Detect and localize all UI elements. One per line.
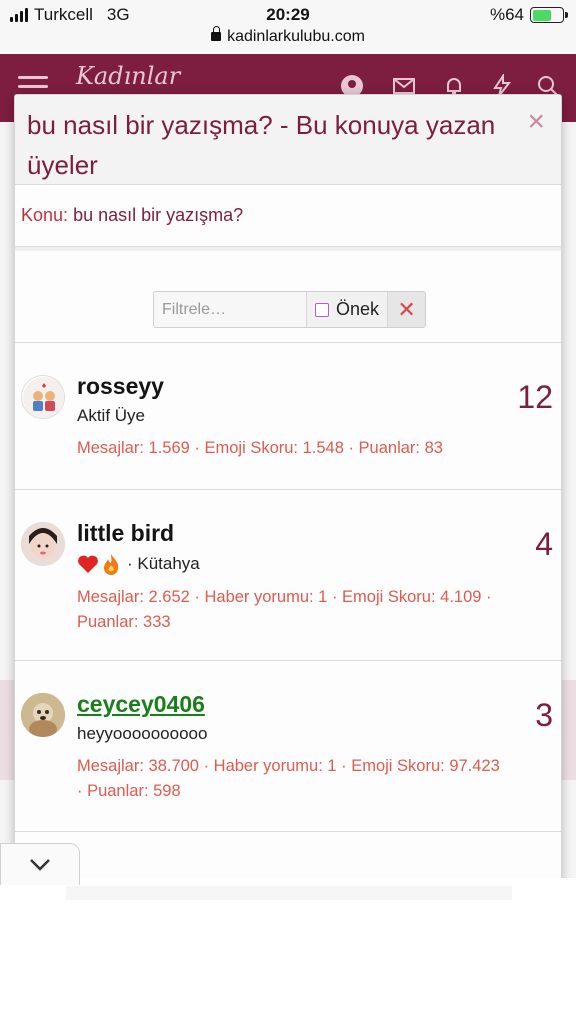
- address-bar[interactable]: kadinlarkulubu.com: [0, 26, 576, 54]
- collapse-toggle[interactable]: [0, 843, 80, 885]
- avatar[interactable]: [21, 375, 65, 419]
- post-count: 4: [535, 526, 553, 562]
- member-title: · Kütahya: [77, 553, 501, 575]
- member-stats: Mesajlar: 1.569 · Emoji Skoru: 1.548 · P…: [77, 439, 443, 457]
- dialog-title: bu nasıl bir yazışma? - Bu konuya yazan …: [27, 110, 496, 180]
- prefix-checkbox[interactable]: [315, 302, 329, 317]
- filter-input[interactable]: [154, 292, 306, 327]
- post-count: 3: [535, 697, 553, 733]
- member-name[interactable]: ceycey0406: [77, 691, 501, 718]
- battery-percent: %64: [489, 5, 524, 24]
- avatar[interactable]: [21, 693, 65, 737]
- member-stats: Mesajlar: 2.652 · Haber yorumu: 1 · Emoj…: [77, 588, 492, 631]
- site-logo[interactable]: Kadınlar: [76, 62, 180, 90]
- heart-icon: [78, 555, 98, 573]
- topic-label: Konu:: [21, 205, 69, 225]
- lock-icon: [211, 26, 222, 41]
- members-dialog: bu nasıl bir yazışma? - Bu konuya yazan …: [14, 94, 562, 884]
- member-name[interactable]: little bird: [77, 520, 501, 547]
- prefix-label: Önek: [336, 299, 380, 319]
- keyboard-accessory-hint: [66, 886, 512, 900]
- member-name[interactable]: rosseyy: [77, 373, 501, 400]
- member-title: heyyoooooooooo: [77, 724, 208, 743]
- url-text: kadinlarkulubu.com: [227, 28, 365, 45]
- filter-bar: Önek ✕: [15, 247, 561, 343]
- member-location: · Kütahya: [127, 554, 200, 573]
- member-stats: Mesajlar: 38.700 · Haber yorumu: 1 · Emo…: [77, 757, 500, 800]
- status-bar: Turkcell 3G 20:29 %64: [0, 0, 576, 30]
- filter-control: Önek ✕: [153, 291, 427, 328]
- member-title: Aktif Üye: [77, 406, 146, 425]
- topic-row: Konu: bu nasıl bir yazışma?: [15, 185, 561, 247]
- battery-icon: [530, 7, 568, 23]
- avatar[interactable]: [21, 522, 65, 566]
- member-row: little bird · Kütahya Mesajlar: 2.652 · …: [15, 490, 561, 661]
- topic-link[interactable]: bu nasıl bir yazışma?: [73, 205, 243, 225]
- fire-icon: [104, 554, 119, 575]
- member-row: ceycey0406 heyyoooooooooo Mesajlar: 38.7…: [15, 661, 561, 832]
- close-icon[interactable]: ×: [527, 105, 545, 139]
- dialog-header: bu nasıl bir yazışma? - Bu konuya yazan …: [15, 95, 561, 185]
- chevron-down-icon: [30, 858, 50, 871]
- post-count: 12: [517, 379, 553, 415]
- member-row: rosseyy Aktif Üye Mesajlar: 1.569 · Emoj…: [15, 343, 561, 490]
- clear-filter-button[interactable]: ✕: [387, 292, 426, 327]
- prefix-toggle[interactable]: Önek: [306, 292, 388, 327]
